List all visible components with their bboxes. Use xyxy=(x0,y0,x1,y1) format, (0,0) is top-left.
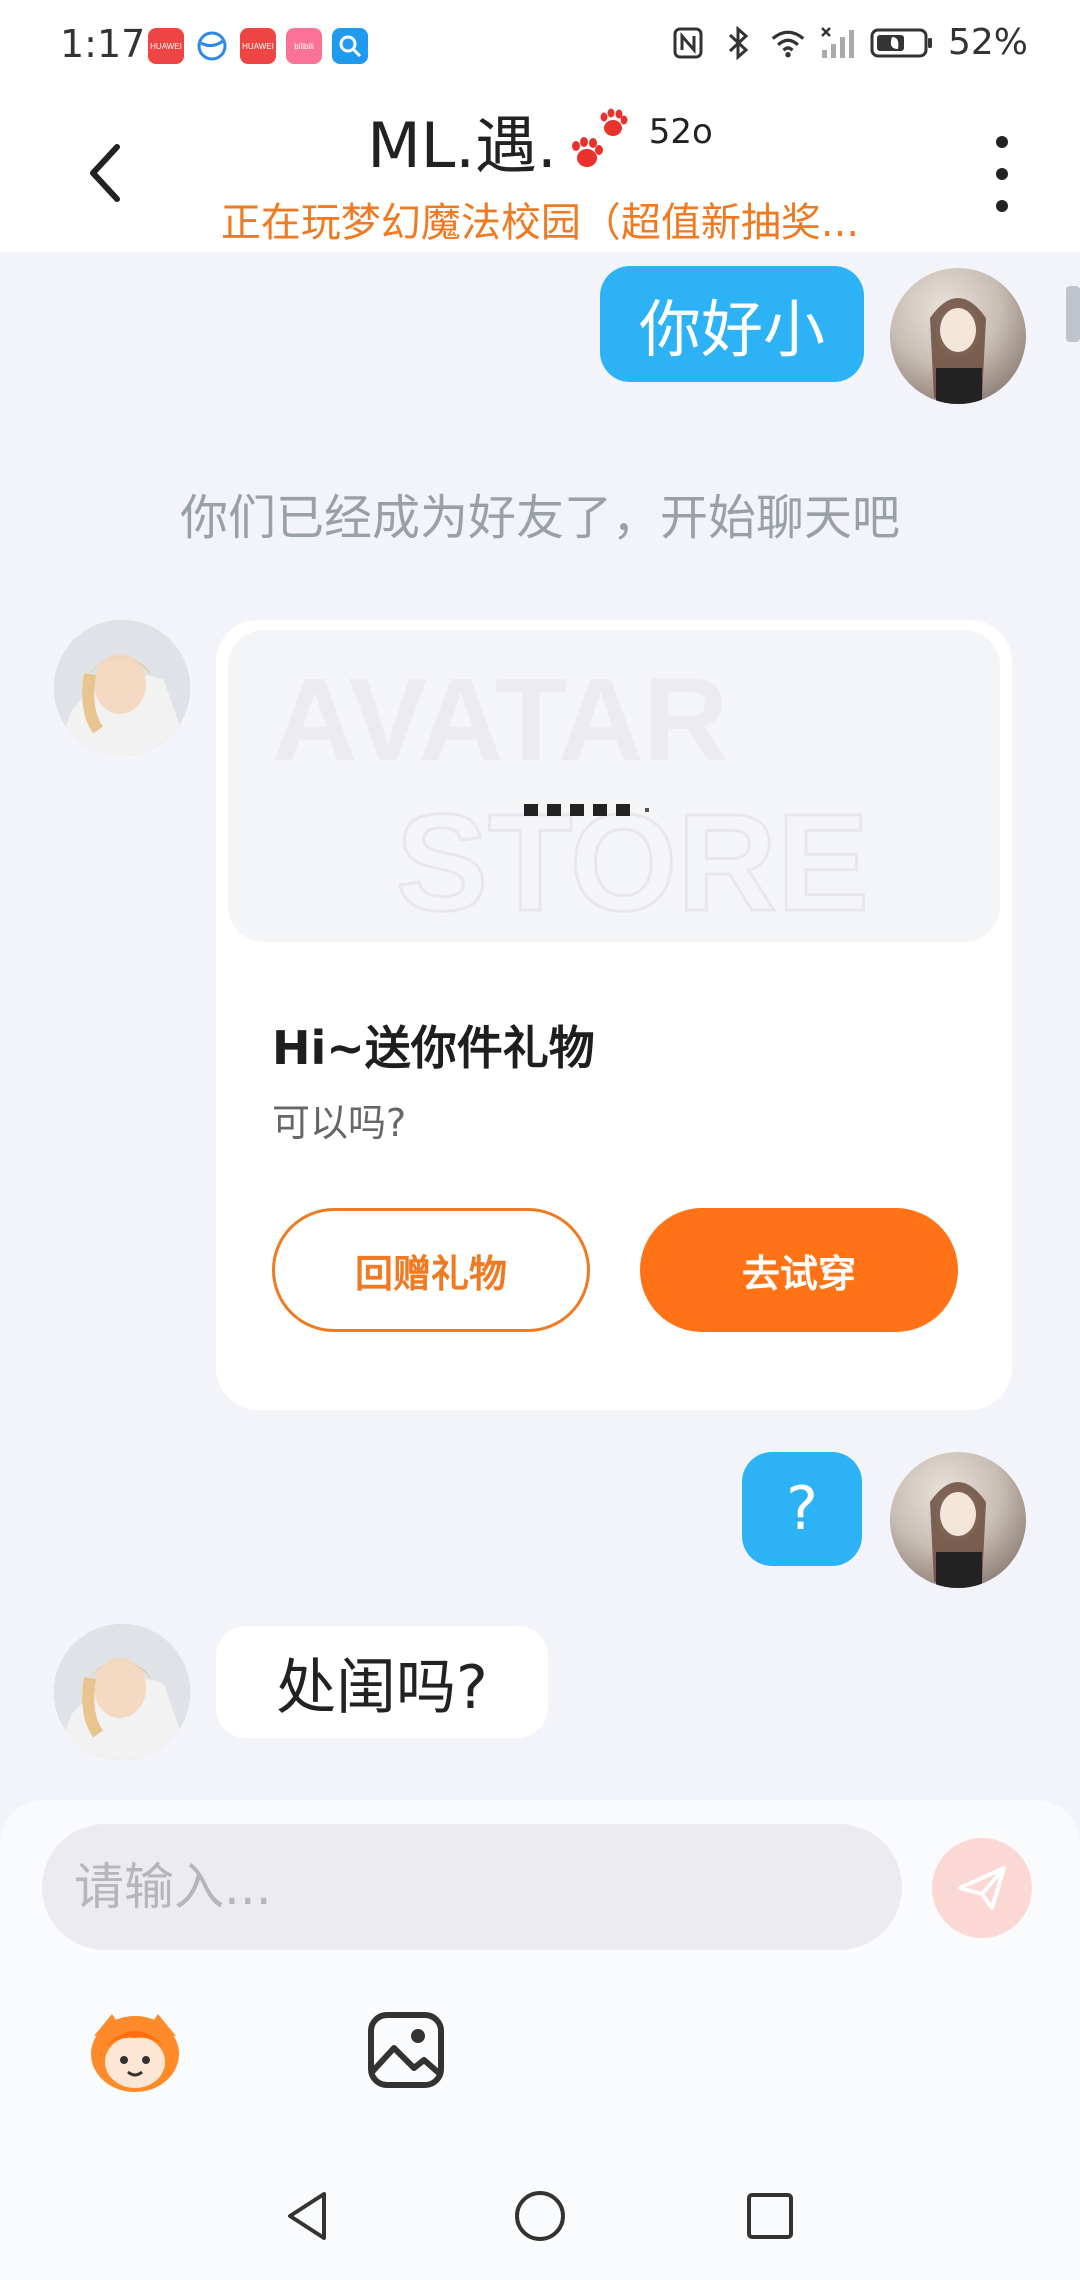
status-bar: 1:17 HUAWEI HUAWEI bilibili 52% xyxy=(0,0,1080,92)
huawei-store-icon: HUAWEI xyxy=(240,28,276,64)
more-options-button[interactable] xyxy=(982,136,1022,212)
bilibili-icon: bilibili xyxy=(286,28,322,64)
status-app-icons: HUAWEI HUAWEI bilibili xyxy=(148,28,368,64)
contact-avatar[interactable] xyxy=(54,620,190,756)
gift-title: Hi~送你件礼物 xyxy=(272,1021,595,1075)
avatar-store-watermark: AVATAR STORE xyxy=(272,654,870,942)
bluetooth-icon xyxy=(720,25,756,61)
signal-icon xyxy=(820,25,856,61)
chat-header: ML.遇. 52o 正在玩梦幻魔法校园（超值新抽奖... xyxy=(0,92,1080,252)
gift-card[interactable]: AVATAR STORE Hi~送你件礼物 可以吗? 回赠礼物 去试穿 xyxy=(216,620,1012,1410)
my-avatar[interactable] xyxy=(890,268,1026,404)
huawei-appgallery-icon: HUAWEI xyxy=(148,28,184,64)
browser-icon xyxy=(194,28,230,64)
contact-activity[interactable]: 正在玩梦幻魔法校园（超值新抽奖... xyxy=(0,190,1080,248)
square-recents-icon xyxy=(747,2193,793,2239)
chat-title: ML.遇. 52o xyxy=(0,106,1080,186)
status-time: 1:17 xyxy=(60,22,146,66)
chat-message-list[interactable]: 你好小 你们已经成为好友了，开始聊天吧 AVATAR STORE Hi~送你件礼… xyxy=(0,252,1080,1800)
my-avatar[interactable] xyxy=(890,1452,1026,1588)
paw-print-icon xyxy=(571,108,628,167)
nav-home-button[interactable] xyxy=(512,2188,568,2244)
more-dot-icon xyxy=(996,168,1008,180)
search-app-icon xyxy=(332,28,368,64)
sticker-button[interactable] xyxy=(84,2006,186,2096)
friend-added-tip: 你们已经成为好友了，开始聊天吧 xyxy=(179,490,900,546)
scrollbar[interactable] xyxy=(1066,286,1080,342)
message-input[interactable] xyxy=(42,1824,902,1950)
system-navigation-bar xyxy=(0,2150,1080,2280)
input-panel xyxy=(0,1800,1080,2150)
more-dot-icon xyxy=(996,200,1008,212)
return-gift-button[interactable]: 回赠礼物 xyxy=(272,1208,590,1332)
gift-subtitle: 可以吗? xyxy=(272,1101,407,1145)
send-icon xyxy=(958,1866,1006,1910)
outgoing-message-bubble[interactable]: ? xyxy=(742,1452,862,1566)
system-status: 52% xyxy=(670,22,1028,63)
try-on-button[interactable]: 去试穿 xyxy=(640,1208,958,1332)
contact-name: ML.遇. xyxy=(367,109,557,182)
send-button[interactable] xyxy=(932,1838,1032,1938)
incoming-message-bubble[interactable]: 处闺吗? xyxy=(216,1626,548,1738)
battery-icon xyxy=(870,25,934,61)
wifi-icon xyxy=(770,25,806,61)
watermark-text-avatar: AVATAR xyxy=(272,654,729,786)
nav-recents-button[interactable] xyxy=(742,2188,798,2244)
image-button[interactable] xyxy=(366,2010,446,2090)
image-icon xyxy=(368,2012,444,2088)
nav-back-button[interactable] xyxy=(280,2188,336,2244)
gift-image-placeholder[interactable]: AVATAR STORE xyxy=(228,630,1000,942)
loading-indicator xyxy=(524,804,649,816)
contact-badge: 52o xyxy=(648,112,713,152)
outgoing-message-bubble[interactable]: 你好小 xyxy=(600,266,864,382)
contact-avatar[interactable] xyxy=(54,1624,190,1760)
battery-percent: 52% xyxy=(947,22,1028,63)
more-dot-icon xyxy=(996,136,1008,148)
mascot-sticker-icon xyxy=(91,2014,179,2092)
triangle-back-icon xyxy=(288,2192,326,2240)
nfc-icon xyxy=(670,25,706,61)
circle-home-icon xyxy=(515,2191,565,2241)
